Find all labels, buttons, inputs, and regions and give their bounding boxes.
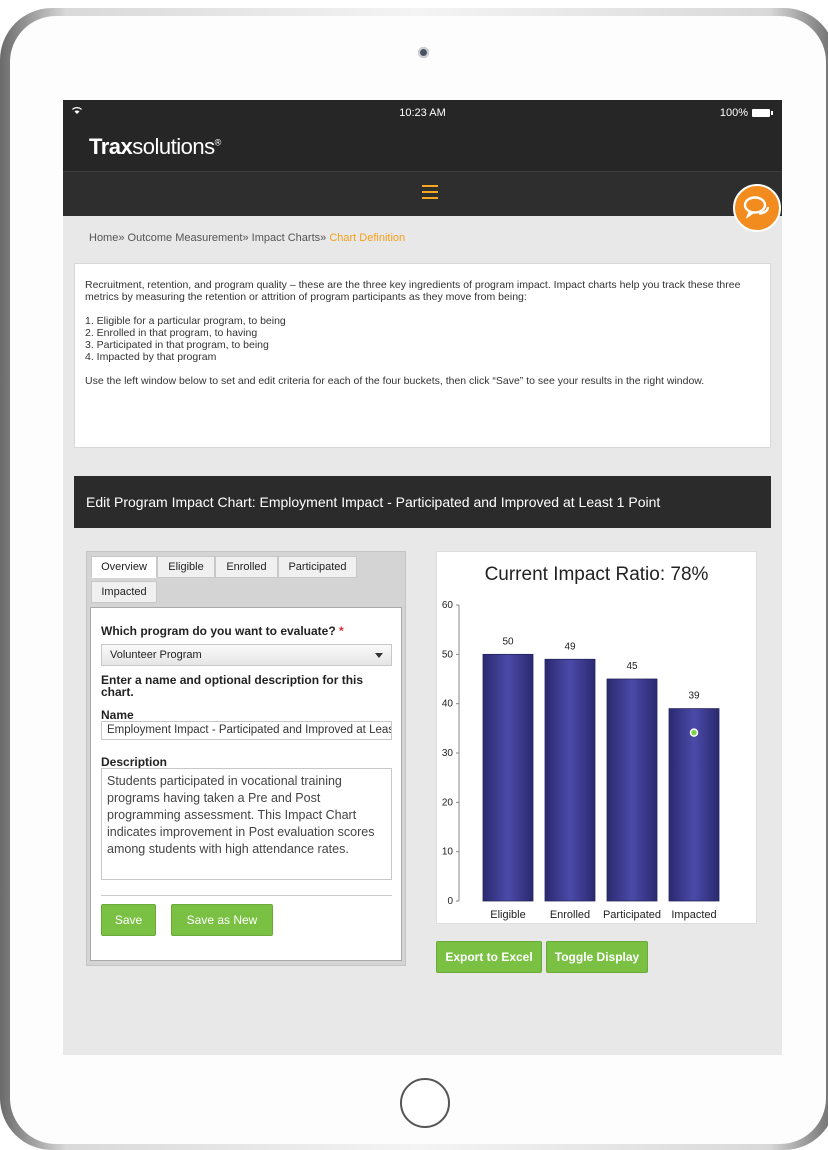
hamburger-menu-icon[interactable] bbox=[422, 185, 438, 199]
x-tick-label: Enrolled bbox=[550, 909, 590, 921]
name-input[interactable]: Employment Impact - Participated and Imp… bbox=[101, 721, 392, 740]
program-select[interactable]: Volunteer Program bbox=[101, 644, 392, 666]
export-to-excel-button[interactable]: Export to Excel bbox=[436, 941, 542, 973]
logo-mark: ® bbox=[214, 137, 222, 148]
battery-percent: 100% bbox=[719, 107, 748, 119]
program-select-value: Volunteer Program bbox=[110, 649, 202, 661]
breadcrumb-impact-charts[interactable]: Impact Charts» bbox=[252, 232, 327, 244]
x-tick-label: Participated bbox=[603, 909, 661, 921]
bar-participated bbox=[606, 678, 658, 902]
program-question: Which program do you want to evaluate? * bbox=[101, 624, 344, 638]
bar-eligible bbox=[482, 653, 534, 902]
tab-participated[interactable]: Participated bbox=[278, 556, 357, 578]
data-label: 49 bbox=[564, 641, 576, 652]
intro-list: 1. Eligible for a particular program, to… bbox=[85, 315, 760, 363]
camera-icon bbox=[418, 47, 429, 58]
edit-header: Edit Program Impact Chart: Employment Im… bbox=[74, 476, 771, 528]
bar-enrolled bbox=[544, 658, 596, 902]
toggle-display-button[interactable]: Toggle Display bbox=[546, 941, 648, 973]
breadcrumb-outcome-measurement[interactable]: Outcome Measurement» bbox=[128, 232, 249, 244]
save-button[interactable]: Save bbox=[101, 904, 156, 936]
chat-bubbles-icon bbox=[743, 196, 770, 219]
tab-overview[interactable]: Overview bbox=[91, 556, 157, 578]
tab-eligible[interactable]: Eligible bbox=[157, 556, 215, 578]
data-label: 50 bbox=[502, 636, 514, 647]
traxsolutions-logo[interactable]: Traxsolutions® bbox=[89, 134, 221, 160]
data-label: 45 bbox=[626, 661, 638, 672]
nav-bar bbox=[63, 171, 782, 216]
save-as-new-button[interactable]: Save as New bbox=[171, 904, 273, 936]
intro-footer: Use the left window below to set and edi… bbox=[85, 375, 705, 387]
chat-button[interactable] bbox=[733, 184, 781, 232]
tab-impacted[interactable]: Impacted bbox=[91, 581, 157, 603]
list-item: 1. Eligible for a particular program, to… bbox=[85, 315, 286, 327]
name-hint: Enter a name and optional description fo… bbox=[101, 673, 364, 699]
form-divider bbox=[101, 895, 392, 896]
screen: 10:23 AM 100% Traxsolutions® Home» Outco… bbox=[63, 100, 782, 1055]
required-marker: * bbox=[339, 624, 344, 638]
name-label: Name bbox=[101, 708, 134, 722]
bar-impacted bbox=[668, 708, 720, 902]
breadcrumb-home[interactable]: Home» bbox=[89, 232, 124, 244]
battery-indicator: 100% bbox=[719, 107, 773, 119]
overview-form: Which program do you want to evaluate? *… bbox=[90, 607, 402, 961]
data-label: 39 bbox=[688, 691, 700, 702]
y-tick-label: 20 bbox=[442, 797, 454, 808]
description-textarea[interactable]: Students participated in vocational trai… bbox=[101, 768, 392, 880]
home-button[interactable] bbox=[400, 1078, 450, 1128]
program-question-text: Which program do you want to evaluate? bbox=[101, 624, 336, 638]
description-label: Description bbox=[101, 755, 168, 769]
x-tick-label: Impacted bbox=[671, 909, 716, 921]
battery-icon bbox=[752, 109, 773, 117]
y-tick-label: 0 bbox=[447, 896, 453, 907]
intro-paragraph: Recruitment, retention, and program qual… bbox=[85, 279, 741, 303]
tab-enrolled[interactable]: Enrolled bbox=[215, 556, 278, 578]
status-bar: 10:23 AM 100% bbox=[63, 100, 782, 126]
chart-definition-panel: Overview Eligible Enrolled Participated … bbox=[86, 551, 406, 966]
y-tick-label: 10 bbox=[442, 847, 454, 858]
impact-marker bbox=[689, 728, 699, 737]
status-time: 10:23 AM bbox=[399, 107, 446, 119]
brand-bar: Traxsolutions® bbox=[63, 126, 782, 171]
logo-bold: Trax bbox=[89, 134, 133, 159]
breadcrumb: Home» Outcome Measurement» Impact Charts… bbox=[89, 232, 405, 244]
impact-chart-panel: Current Impact Ratio: 78% 0 10 20 30 40 50 60 5… bbox=[436, 551, 757, 924]
impact-bar-chart: 0 10 20 30 40 50 60 50 Eligible 49 Enrolled 45 Parti… bbox=[442, 600, 720, 921]
x-tick-label: Eligible bbox=[490, 909, 525, 921]
breadcrumb-current: Chart Definition bbox=[329, 232, 406, 244]
intro-panel: Recruitment, retention, and program qual… bbox=[74, 263, 771, 448]
y-tick-label: 40 bbox=[442, 699, 454, 710]
logo-light: solutions bbox=[132, 134, 215, 159]
y-tick-label: 60 bbox=[442, 600, 454, 611]
caret-down-icon bbox=[375, 653, 383, 658]
list-item: 3. Participated in that program, to bein… bbox=[85, 339, 269, 351]
list-item: 2. Enrolled in that program, to having bbox=[85, 327, 258, 339]
y-tick-label: 30 bbox=[442, 748, 454, 759]
y-tick-label: 50 bbox=[442, 649, 454, 660]
list-item: 4. Impacted by that program bbox=[85, 351, 217, 363]
